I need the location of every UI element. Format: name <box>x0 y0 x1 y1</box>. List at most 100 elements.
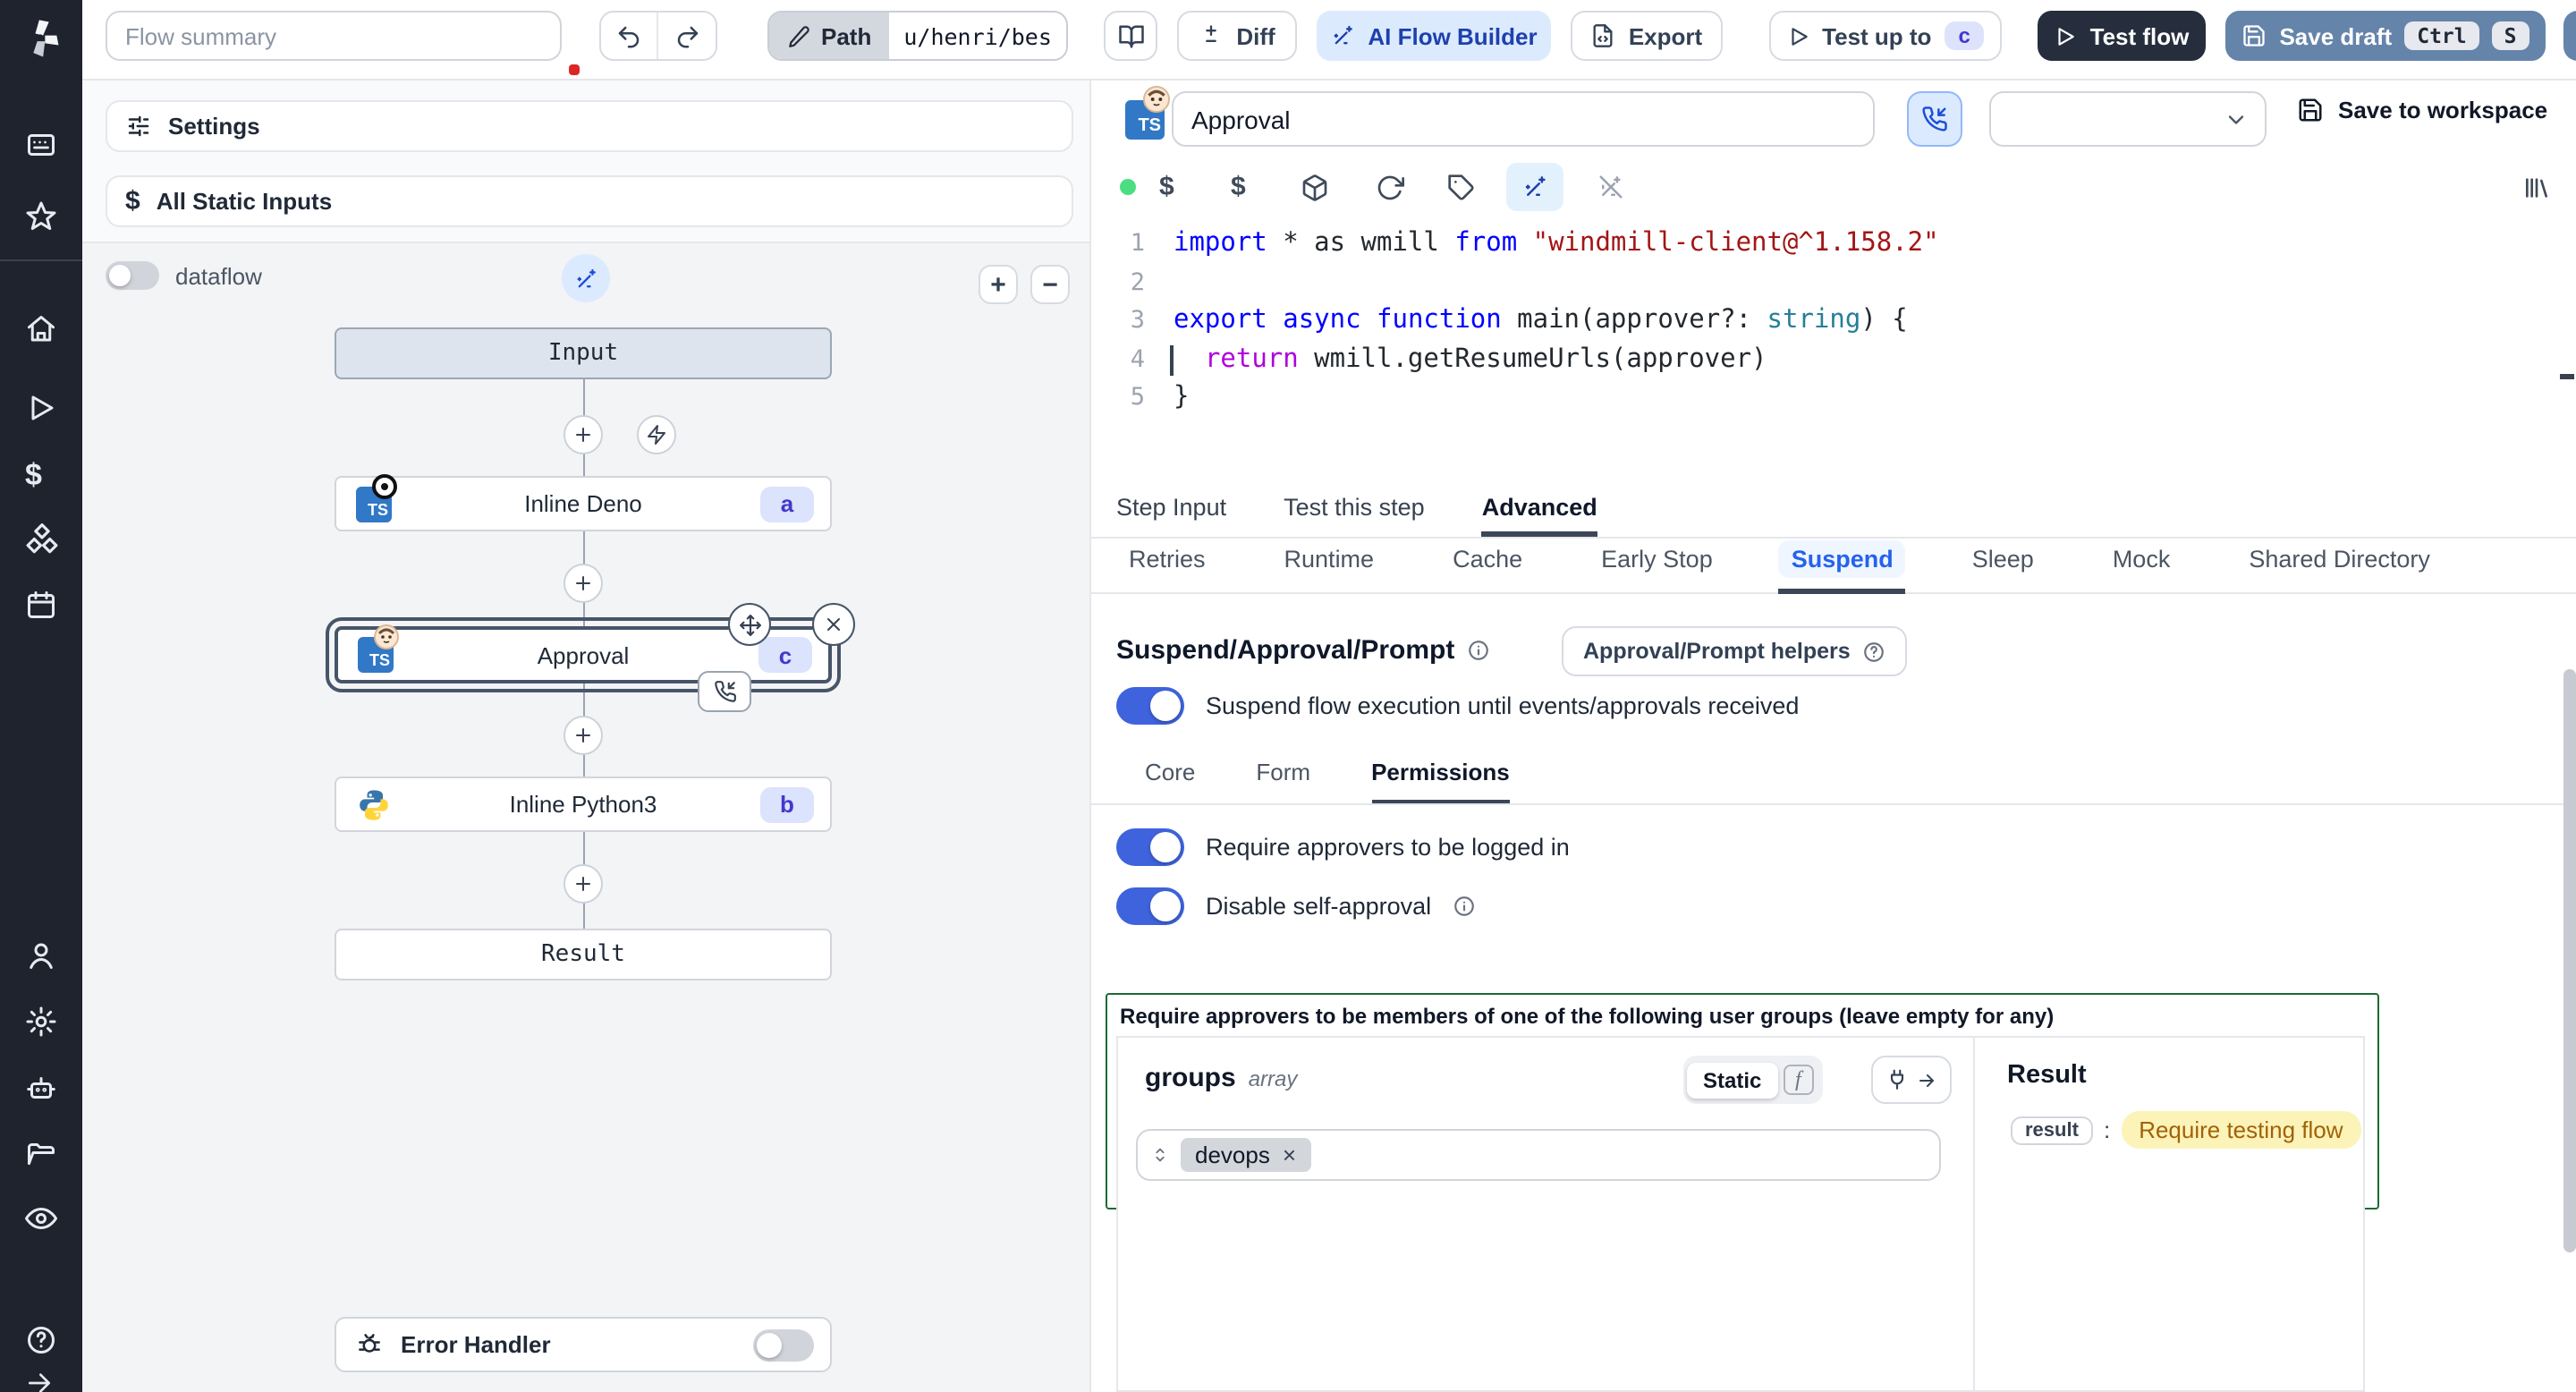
users-icon[interactable] <box>25 939 57 972</box>
path-control[interactable]: Path u/henri/bes <box>767 11 1068 61</box>
error-handler-toggle[interactable] <box>753 1328 814 1361</box>
ai-assistant-off-icon[interactable] <box>1597 174 1624 200</box>
groups-array-input[interactable]: devops × <box>1136 1129 1941 1181</box>
resources-icon[interactable] <box>25 522 59 556</box>
zoom-in-button[interactable]: + <box>979 265 1018 304</box>
result-row: result : Require testing flow <box>2011 1111 2361 1149</box>
help-icon[interactable] <box>25 1324 57 1356</box>
step-id-badge: c <box>758 637 812 673</box>
tab-sleep[interactable]: Sleep <box>1960 539 2046 594</box>
status-dot <box>1120 179 1136 195</box>
settings-gear-icon[interactable] <box>25 1006 57 1038</box>
test-flow-button[interactable]: Test flow <box>2038 11 2206 61</box>
package-icon[interactable] <box>1301 173 1329 201</box>
variable-picker-icon[interactable]: $ <box>1159 172 1174 202</box>
tab-runtime[interactable]: Runtime <box>1272 539 1387 594</box>
step-detail-panel: TS Save to workspace $ $ <box>1089 81 2576 1392</box>
tab-cache[interactable]: Cache <box>1440 539 1535 594</box>
variables-icon[interactable]: $ <box>25 458 42 494</box>
add-step-button[interactable] <box>564 415 603 454</box>
result-value-badge: Require testing flow <box>2121 1111 2361 1149</box>
panel-scrollbar-thumb[interactable] <box>2563 669 2576 1252</box>
folders-icon[interactable] <box>25 1138 57 1170</box>
unsaved-indicator <box>569 64 580 75</box>
all-static-inputs-row[interactable]: $ All Static Inputs <box>106 175 1073 227</box>
tab-retries[interactable]: Retries <box>1116 539 1218 594</box>
add-step-button[interactable] <box>564 564 603 603</box>
tab-test-this-step[interactable]: Test this step <box>1284 485 1425 537</box>
disable-self-approval-toggle[interactable] <box>1116 887 1184 925</box>
dataflow-toggle-row: dataflow <box>106 261 262 290</box>
workers-robot-icon[interactable] <box>25 1072 57 1104</box>
tab-advanced[interactable]: Advanced <box>1481 485 1597 537</box>
home-icon[interactable] <box>25 313 57 345</box>
save-draft-button[interactable]: Save draft Ctrl S <box>2225 11 2546 61</box>
language-select[interactable] <box>1989 91 2267 147</box>
tab-step-input[interactable]: Step Input <box>1116 485 1226 537</box>
format-tag-icon[interactable] <box>1447 173 1476 201</box>
book-open-icon <box>1118 24 1143 47</box>
ai-flow-builder-button[interactable]: AI Flow Builder <box>1317 11 1551 61</box>
path-value[interactable]: u/henri/bes <box>889 13 1066 59</box>
approval-prompt-helpers-button[interactable]: Approval/Prompt helpers <box>1562 626 1908 676</box>
save-to-workspace-button[interactable]: Save to workspace <box>2297 97 2547 123</box>
phone-incoming-icon <box>714 681 735 702</box>
step-typescript-approval-icon: TS <box>1125 86 1170 140</box>
tab-mock[interactable]: Mock <box>2100 539 2183 594</box>
tab-shared-directory[interactable]: Shared Directory <box>2236 539 2443 594</box>
subtab-permissions[interactable]: Permissions <box>1371 759 1510 803</box>
add-step-button[interactable] <box>564 864 603 904</box>
node-inline-deno[interactable]: TS Inline Deno a <box>335 473 832 531</box>
static-mode-button[interactable]: Static <box>1687 1062 1778 1098</box>
node-result[interactable]: Result <box>335 929 832 980</box>
suspend-toggle[interactable] <box>1116 687 1184 725</box>
subtab-form[interactable]: Form <box>1256 759 1310 803</box>
test-up-to-button[interactable]: Test up to c <box>1769 11 2002 61</box>
ai-wand-button[interactable] <box>562 254 610 302</box>
schedules-calendar-icon[interactable] <box>25 589 57 621</box>
advanced-tabs: Retries Runtime Cache Early Stop Suspend… <box>1091 539 2576 594</box>
windmill-logo-icon[interactable] <box>18 16 64 72</box>
delete-node-button[interactable] <box>812 603 855 646</box>
remove-chip-icon[interactable]: × <box>1283 1142 1296 1168</box>
plus-icon <box>576 728 590 743</box>
approval-phone-button[interactable] <box>1907 91 1962 147</box>
zoom-out-button[interactable]: − <box>1030 265 1070 304</box>
dataflow-toggle[interactable] <box>106 261 159 290</box>
deploy-button-partial[interactable] <box>2563 11 2576 61</box>
expand-sidebar-arrow-icon[interactable] <box>25 1369 54 1392</box>
export-button[interactable]: Export <box>1571 11 1723 61</box>
connect-input-button[interactable] <box>1871 1056 1952 1104</box>
flow-summary-input[interactable] <box>106 11 562 61</box>
subtab-core[interactable]: Core <box>1145 759 1195 803</box>
undo-button[interactable] <box>601 13 659 59</box>
node-inline-python3[interactable]: Inline Python3 b <box>335 777 832 832</box>
info-icon <box>1454 896 1474 916</box>
tab-suspend[interactable]: Suspend <box>1778 539 1906 594</box>
redo-button[interactable] <box>658 13 716 59</box>
reload-icon[interactable] <box>1376 173 1404 201</box>
apps-icon[interactable] <box>25 129 57 161</box>
diff-button[interactable]: Diff <box>1177 11 1297 61</box>
node-input[interactable]: Input <box>335 327 832 379</box>
windmill-flow-editor: $ Path u/henri/bes Diff <box>0 0 2576 1392</box>
favorites-star-icon[interactable] <box>25 200 57 233</box>
step-name-input[interactable] <box>1172 91 1875 147</box>
code-editor[interactable]: 1 import * as wmill from "windmill-client… <box>1091 213 2576 485</box>
ai-assistant-icon[interactable] <box>1506 163 1563 211</box>
add-step-button[interactable] <box>564 716 603 755</box>
runs-icon[interactable] <box>25 392 57 424</box>
require-logged-in-toggle[interactable] <box>1116 828 1184 866</box>
resource-picker-icon[interactable]: $ <box>1231 172 1246 202</box>
path-label-segment: Path <box>769 13 890 59</box>
javascript-expr-button[interactable]: f <box>1783 1065 1814 1095</box>
drag-updown-icon[interactable] <box>1150 1145 1170 1165</box>
move-node-handle[interactable] <box>728 603 771 646</box>
audit-eye-icon[interactable] <box>25 1202 57 1235</box>
library-icon[interactable] <box>2522 173 2551 201</box>
tab-early-stop[interactable]: Early Stop <box>1589 539 1725 594</box>
docs-book-button[interactable] <box>1104 11 1157 61</box>
add-trigger-button[interactable] <box>637 415 676 454</box>
flow-settings-row[interactable]: Settings <box>106 100 1073 152</box>
error-handler-row[interactable]: Error Handler <box>335 1317 832 1372</box>
